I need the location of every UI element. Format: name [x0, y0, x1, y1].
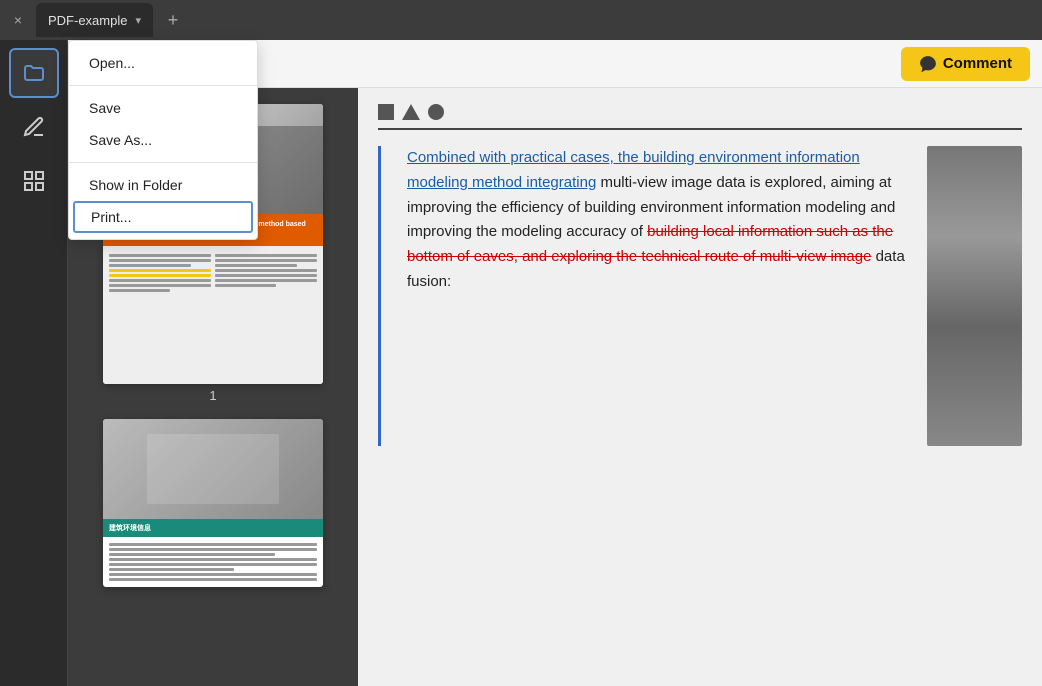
menu-item-save[interactable]: Save	[69, 92, 257, 124]
sidebar-item-folder[interactable]	[9, 48, 59, 98]
tab[interactable]: PDF-example ▾	[36, 3, 153, 37]
menu-item-save-as[interactable]: Save As...	[69, 124, 257, 156]
menu-divider-2	[69, 162, 257, 163]
article-text: Combined with practical cases, the build…	[407, 146, 911, 446]
comment-button[interactable]: Comment	[901, 47, 1030, 81]
comment-label: Comment	[943, 55, 1012, 72]
sidebar-item-annotation[interactable]	[9, 102, 59, 152]
app-body: Open... Save Save As... Show in Folder P…	[0, 40, 1042, 686]
tab-title: PDF-example	[48, 13, 127, 28]
thumb-page-num-1: 1	[103, 388, 323, 403]
thumb-content-lines	[103, 246, 323, 334]
shapes-bar	[358, 88, 1042, 128]
chevron-down-icon: ▾	[135, 14, 141, 27]
menu-item-open[interactable]: Open...	[69, 47, 257, 79]
thumbnail-page-2[interactable]: 建筑环境信息	[103, 419, 323, 587]
circle-shape	[428, 104, 444, 120]
article-left-border	[378, 146, 381, 446]
thumb-card-2: 建筑环境信息	[103, 419, 323, 587]
shapes-divider	[378, 128, 1022, 130]
menu-item-print[interactable]: Print...	[73, 201, 253, 233]
square-shape	[378, 104, 394, 120]
close-button[interactable]: ×	[8, 10, 28, 30]
new-tab-button[interactable]: +	[161, 8, 185, 32]
main-reading-area[interactable]: Combined with practical cases, the build…	[358, 88, 1042, 686]
thumb2-photo	[103, 419, 323, 519]
menu-divider-1	[69, 85, 257, 86]
thumb2-content	[103, 537, 323, 587]
article-side-image	[927, 146, 1022, 446]
titlebar: × PDF-example ▾ +	[0, 0, 1042, 40]
article-content: Combined with practical cases, the build…	[358, 146, 1042, 466]
triangle-shape	[402, 104, 420, 120]
thumb2-teal-bar: 建筑环境信息	[103, 519, 323, 537]
menu-item-show-folder[interactable]: Show in Folder	[69, 169, 257, 201]
dropdown-menu: Open... Save Save As... Show in Folder P…	[68, 40, 258, 240]
sidebar-item-pages[interactable]	[9, 156, 59, 206]
sidebar	[0, 40, 68, 686]
